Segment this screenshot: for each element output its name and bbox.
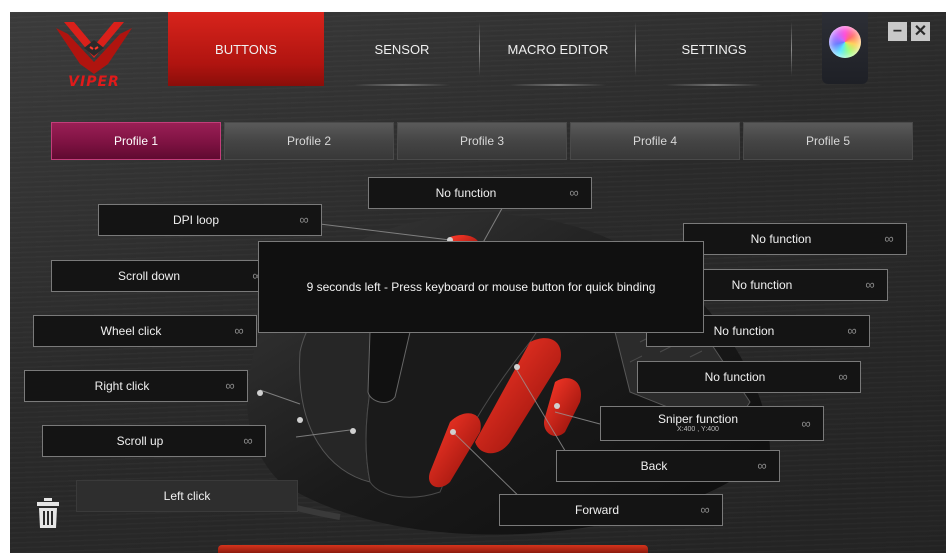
binding-label: Left click (163, 489, 211, 503)
profile-tab-4[interactable]: Profile 4 (570, 122, 740, 160)
link-icon[interactable]: ∞ (295, 213, 313, 226)
tab-sensor[interactable]: SENSOR (324, 12, 480, 86)
binding-left-click[interactable]: Left click (76, 480, 298, 512)
binding-label: Right click (94, 379, 150, 393)
binding-dpi-loop[interactable]: DPI loop ∞ (98, 204, 322, 236)
link-icon[interactable]: ∞ (753, 459, 771, 472)
binding-forward[interactable]: Forward ∞ (499, 494, 723, 526)
link-icon[interactable]: ∞ (880, 232, 898, 245)
link-icon[interactable]: ∞ (565, 186, 583, 199)
tab-buttons[interactable]: BUTTONS (168, 12, 324, 86)
binding-scroll-up[interactable]: Scroll up ∞ (42, 425, 266, 457)
minimize-button[interactable]: − (888, 22, 907, 41)
binding-label: Scroll down (117, 269, 181, 283)
app-window: VIPER BUTTONS SENSOR MACRO EDITOR SETTIN… (10, 12, 946, 553)
profile-tabs: Profile 1 Profile 2 Profile 3 Profile 4 … (51, 122, 913, 160)
profile-tab-5[interactable]: Profile 5 (743, 122, 913, 160)
link-icon[interactable]: ∞ (696, 503, 714, 516)
binding-sniper[interactable]: Sniper function X:400 , Y:400 ∞ (600, 406, 824, 441)
link-icon[interactable]: ∞ (843, 324, 861, 337)
sniper-dpi-values: X:400 , Y:400 (677, 426, 719, 433)
binding-label: DPI loop (172, 213, 220, 227)
profile-tab-1[interactable]: Profile 1 (51, 122, 221, 160)
binding-label: No function (704, 370, 766, 384)
viper-logo-icon (56, 22, 132, 74)
bottom-accent-bar (218, 545, 648, 553)
link-icon[interactable]: ∞ (861, 278, 879, 291)
color-wheel-icon[interactable] (829, 26, 861, 58)
lighting-tab[interactable] (822, 12, 868, 84)
binding-label: No function (435, 186, 497, 200)
binding-label: Forward (574, 503, 619, 517)
link-icon[interactable]: ∞ (221, 379, 239, 392)
link-icon[interactable]: ∞ (834, 370, 852, 383)
profile-tab-3[interactable]: Profile 3 (397, 122, 567, 160)
quick-binding-dialog: 9 seconds left - Press keyboard or mouse… (258, 241, 704, 333)
link-icon[interactable]: ∞ (239, 434, 257, 447)
binding-label: Back (640, 459, 668, 473)
binding-scroll-down[interactable]: Scroll down ∞ (51, 260, 275, 292)
close-button[interactable]: ✕ (911, 22, 930, 41)
trash-icon[interactable] (36, 498, 60, 528)
viper-logo: VIPER (54, 18, 134, 96)
quick-binding-message: 9 seconds left - Press keyboard or mouse… (306, 280, 656, 294)
binding-label: Scroll up (116, 434, 164, 448)
logo-text: VIPER (68, 74, 120, 90)
tab-settings[interactable]: SETTINGS (636, 12, 792, 86)
binding-label: Wheel click (100, 324, 162, 338)
binding-side-1[interactable]: No function ∞ (683, 223, 907, 255)
main-nav: BUTTONS SENSOR MACRO EDITOR SETTINGS (168, 12, 792, 90)
binding-wheel-click[interactable]: Wheel click ∞ (33, 315, 257, 347)
binding-side-4[interactable]: No function ∞ (637, 361, 861, 393)
link-icon[interactable]: ∞ (797, 417, 815, 430)
link-icon[interactable]: ∞ (230, 324, 248, 337)
binding-top-button[interactable]: No function ∞ (368, 177, 592, 209)
binding-label: No function (750, 232, 812, 246)
binding-back[interactable]: Back ∞ (556, 450, 780, 482)
binding-right-click[interactable]: Right click ∞ (24, 370, 248, 402)
profile-tab-2[interactable]: Profile 2 (224, 122, 394, 160)
tab-macro-editor[interactable]: MACRO EDITOR (480, 12, 636, 86)
